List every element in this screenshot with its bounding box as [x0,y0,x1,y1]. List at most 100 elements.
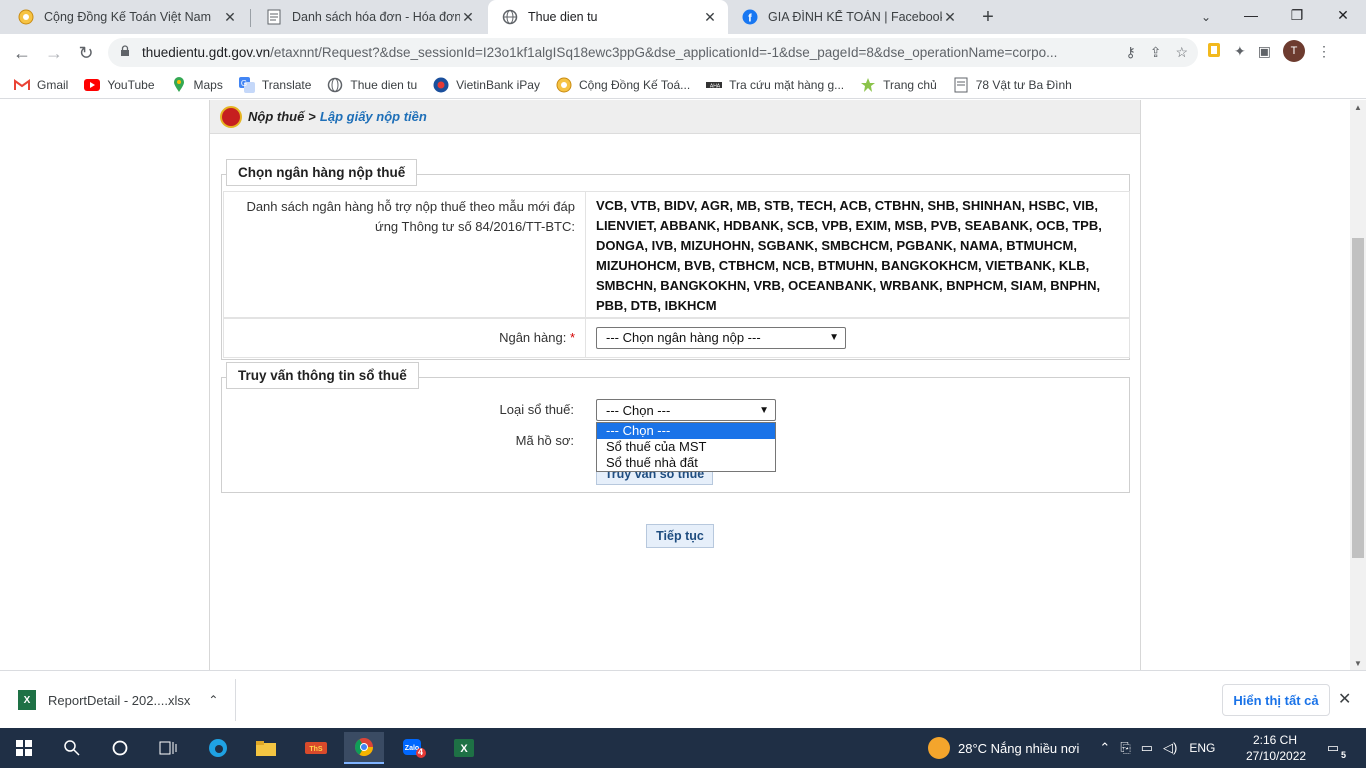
avatar[interactable]: T [1282,40,1305,62]
network-icon[interactable]: ⎘ [1120,740,1130,756]
address-bar[interactable]: thuedientu.gdt.gov.vn/etaxnnt/Request?&d… [108,38,1198,67]
excel-icon[interactable]: X [444,732,484,764]
bookmark-cong-dong-ke-toan[interactable]: Cộng Đồng Kế Toá... [556,77,690,93]
weather-icon[interactable] [928,737,950,759]
bookmark-trang-chu[interactable]: Trang chủ [860,77,937,93]
restore-icon[interactable]: ❐ [1274,0,1320,30]
breadcrumb-parent[interactable]: Nộp thuế [248,109,304,124]
scroll-down-icon[interactable]: ▼ [1350,656,1366,670]
download-item[interactable]: X ReportDetail - 202....xlsx ⌃ [0,679,236,721]
bank-select-cell: --- Chọn ngân hàng nộp --- ▼ [586,319,1129,357]
share-icon[interactable]: ⇪ [1150,44,1162,61]
back-icon[interactable]: ← [8,39,36,67]
windows-start-icon[interactable] [4,732,44,764]
close-icon[interactable]: ✕ [942,9,958,25]
bank-select[interactable]: --- Chọn ngân hàng nộp --- ▼ [596,327,846,349]
tax-book-type-dropdown: --- Chọn --- Sổ thuế của MST Sổ thuế nhà… [596,422,776,472]
scrollbar-thumb[interactable] [1352,238,1364,558]
bookmark-label: VietinBank iPay [456,77,540,92]
bookmark-youtube[interactable]: YouTube [84,77,155,93]
tab-gia-dinh-ke-toan[interactable]: f GIA ĐÌNH KẾ TOÁN | Facebook ✕ [728,0,968,34]
chrome-icon[interactable] [344,732,384,764]
bookmark-vietinbank[interactable]: VietinBank iPay [433,77,540,93]
task-view-icon[interactable] [148,732,188,764]
close-icon[interactable]: ✕ [460,9,476,25]
chevron-up-icon[interactable]: ⌃ [208,693,218,707]
close-icon[interactable]: ✕ [702,9,718,25]
youtube-icon [84,77,101,93]
bank-section: Chọn ngân hàng nộp thuế Danh sách ngân h… [221,159,1130,360]
close-icon[interactable]: ✕ [222,9,238,25]
chevron-down-icon: ▼ [829,332,839,343]
dropdown-option[interactable]: Sổ thuế của MST [597,439,775,455]
zalo-badge: 4 [418,747,424,757]
page-scrollbar[interactable]: ▲ ▼ [1350,100,1366,670]
scroll-up-icon[interactable]: ▲ [1350,100,1366,114]
svg-text:AHA: AHA [710,83,721,89]
window-close-icon[interactable]: ✕ [1320,0,1366,30]
facebook-icon: f [742,9,758,25]
tab-danh-sach-hoa-don[interactable]: Danh sách hóa đơn - Hóa đơn điện tử ✕ [252,0,486,34]
edge-icon[interactable] [198,732,238,764]
forward-icon[interactable]: → [40,39,68,67]
minimize-icon[interactable]: — [1228,0,1274,30]
maps-icon [171,76,187,93]
notification-icon[interactable]: ▭ 5 [1322,738,1346,760]
bookmark-label: Tra cứu mặt hàng g... [729,77,845,92]
tab-thue-dien-tu[interactable]: Thue dien tu ✕ [488,0,728,34]
volume-icon[interactable]: ◁) [1163,740,1177,756]
star-icon[interactable]: ☆ [1175,44,1188,61]
windows-taskbar: ThS Zalo 4 X 28°C Nắng nhiều nơi ⌃ ⎘ ▭ ◁)… [0,728,1366,768]
weather-text[interactable]: 28°C Nắng nhiều nơi [958,741,1079,756]
downloads-bar: X ReportDetail - 202....xlsx ⌃ Hiển thị … [0,670,1366,728]
required-mark: * [569,330,575,345]
query-section: Truy vấn thông tin sổ thuế Loại sổ thuế:… [221,362,1130,493]
bookmark-thue-dien-tu[interactable]: Thue dien tu [327,77,417,93]
tab-search-icon[interactable]: ⌄ [1194,5,1218,29]
search-icon[interactable] [52,732,92,764]
excel-file-icon: X [18,690,36,710]
bookmark-maps[interactable]: Maps [171,76,223,93]
language-indicator[interactable]: ENG [1189,741,1215,755]
new-tab-button[interactable]: + [976,5,1000,29]
clock[interactable]: 2:16 CH 27/10/2022 [1246,732,1306,764]
zalo-icon[interactable]: Zalo 4 [394,732,434,764]
menu-icon[interactable]: ⋮ [1317,43,1331,60]
continue-button[interactable]: Tiếp tục [646,524,714,548]
dropdown-option[interactable]: --- Chọn --- [597,423,775,439]
key-icon[interactable]: ⚷ [1125,44,1135,61]
bookmark-vat-tu[interactable]: 78 Vật tư Ba Đình [953,77,1072,93]
document-icon [953,77,969,93]
show-all-downloads-button[interactable]: Hiển thị tất cả [1222,684,1330,716]
chevron-up-icon[interactable]: ⌃ [1099,740,1110,756]
bookmarks-bar: Gmail YouTube Maps G Translate Thue dien … [0,71,1366,99]
svg-text:X: X [460,743,468,755]
bookmark-translate[interactable]: G Translate [238,76,311,93]
url-text[interactable]: thuedientu.gdt.gov.vn/etaxnnt/Request?&d… [142,45,1102,60]
extension-area: ✦ ▣ T ⋮ [1206,40,1331,62]
lock-icon[interactable] [120,45,134,60]
download-file-name: ReportDetail - 202....xlsx [48,692,191,708]
bookmark-gmail[interactable]: Gmail [14,77,68,93]
cortana-icon[interactable] [100,732,140,764]
breadcrumb-separator: > [308,109,316,124]
breadcrumb: Nộp thuế > Lập giấy nộp tiền [210,100,1140,134]
battery-icon[interactable]: ▭ [1141,740,1153,756]
community-icon [556,77,572,93]
bookmark-tra-cuu[interactable]: AHA Tra cứu mặt hàng g... [706,77,844,93]
tab-strip: Cộng Đồng Kế Toán Việt Nam ✕ Danh sách h… [0,0,1366,34]
bookmark-label: YouTube [107,77,155,92]
close-downloads-icon[interactable]: ✕ [1338,689,1351,709]
file-explorer-icon[interactable] [246,732,286,764]
game-icon[interactable]: ThS [296,732,336,764]
tab-cong-dong-ke-toan[interactable]: Cộng Đồng Kế Toán Việt Nam ✕ [4,0,248,34]
tab-separator [250,9,251,27]
extension-icon[interactable] [1206,42,1222,61]
bookmark-label: 78 Vật tư Ba Đình [975,77,1072,92]
breadcrumb-current[interactable]: Lập giấy nộp tiền [320,109,427,124]
tax-book-type-select[interactable]: --- Chọn --- ▼ [596,399,776,421]
dropdown-option[interactable]: Sổ thuế nhà đất [597,455,775,471]
side-panel-icon[interactable]: ▣ [1258,43,1271,60]
reload-icon[interactable]: ↻ [72,39,100,67]
puzzle-icon[interactable]: ✦ [1234,43,1246,60]
